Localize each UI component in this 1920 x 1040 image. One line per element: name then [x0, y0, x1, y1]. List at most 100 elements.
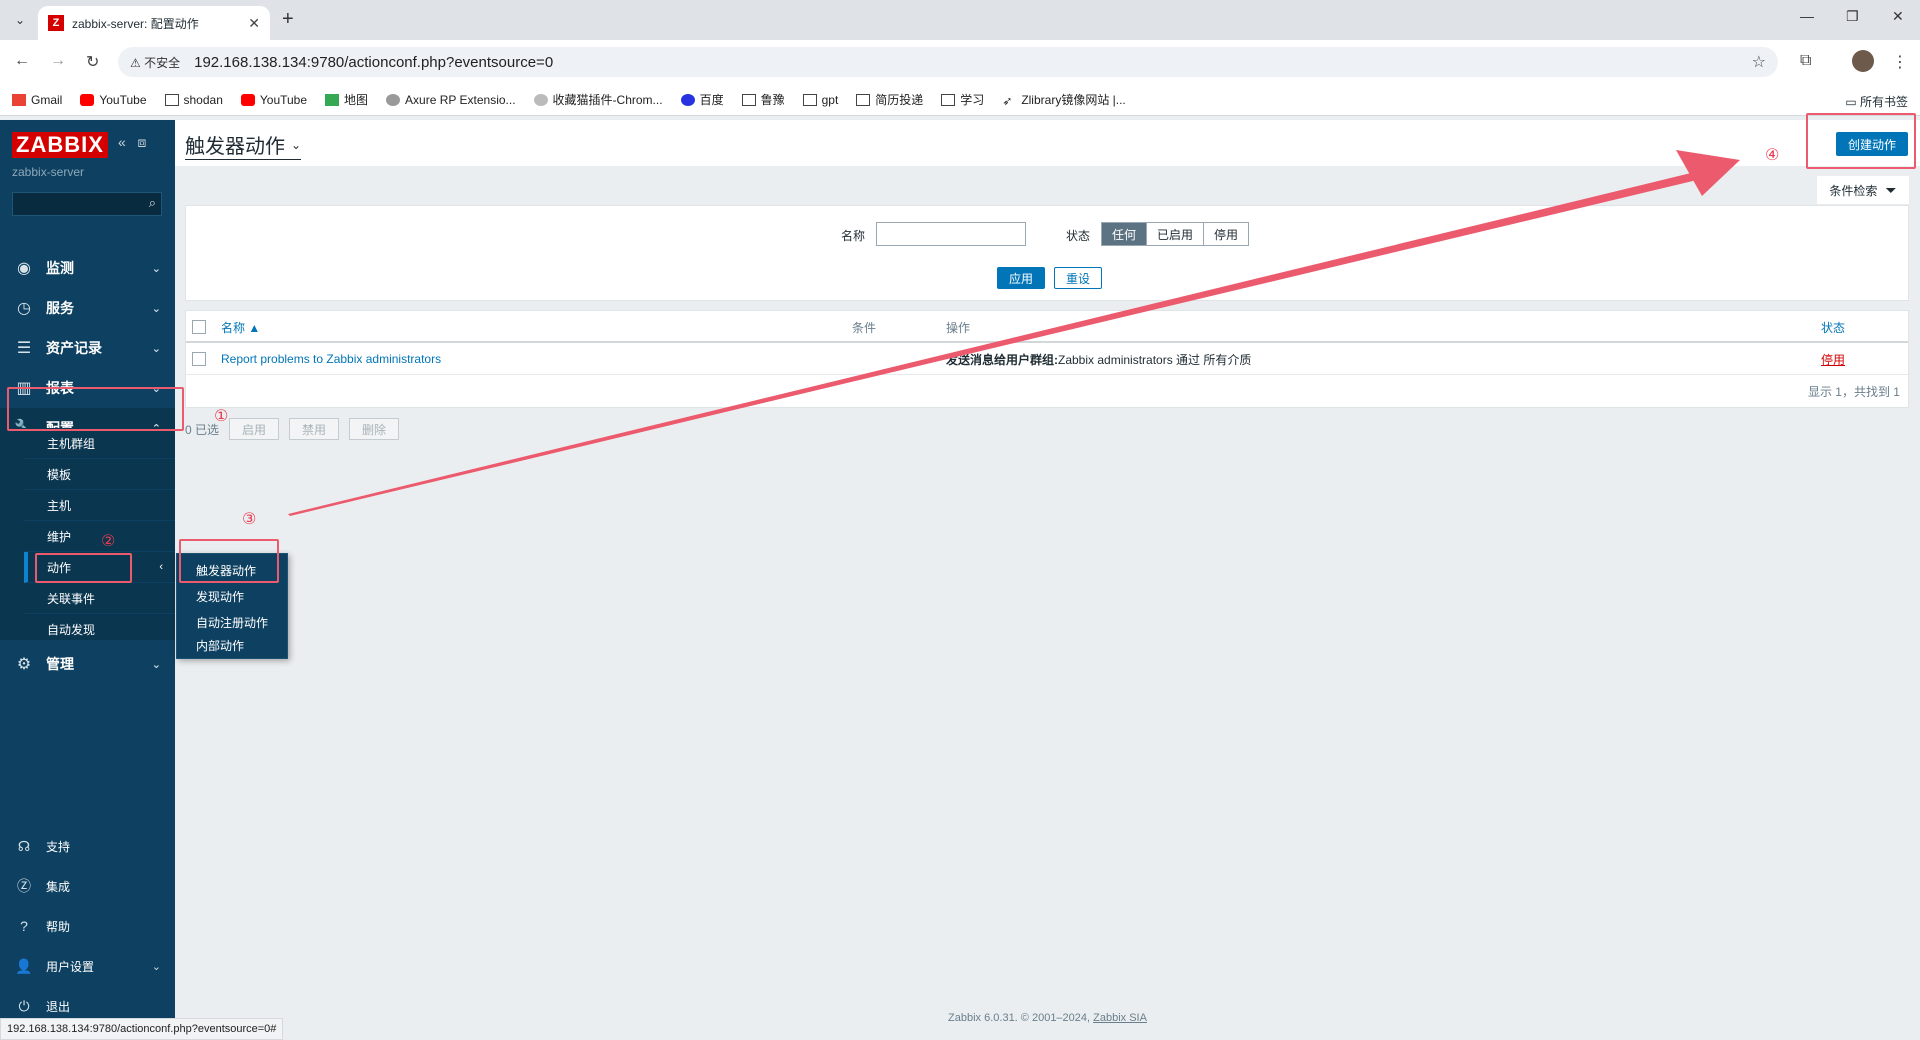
flyout-discovery-actions[interactable]: 发现动作 [177, 583, 289, 609]
bookmark-luyu[interactable]: 鲁豫 [741, 91, 785, 108]
submenu-hosts[interactable]: 主机 [24, 490, 175, 521]
footer-link[interactable]: Zabbix SIA [1093, 1012, 1147, 1024]
address-bar[interactable]: ⚠ 不安全 192.168.138.134:9780/actionconf.ph… [118, 47, 1778, 77]
table-footer: 显示 1，共找到 1 [186, 375, 1908, 407]
profile-avatar[interactable] [1852, 50, 1874, 72]
filter-tab[interactable]: 条件检索 ⏷ [1817, 176, 1909, 204]
reload-icon[interactable]: ↻ [86, 52, 99, 72]
highlight-actions [35, 553, 132, 583]
send-icon: ➶ [1002, 93, 1013, 108]
menu-administration[interactable]: ⚙ 管理 ⌄ [0, 644, 175, 684]
power-icon: ⏻ [18, 997, 30, 1014]
status-enabled[interactable]: 已启用 [1147, 223, 1205, 245]
close-window-icon[interactable]: ✕ [1892, 8, 1904, 25]
name-filter-input[interactable] [876, 222, 1026, 246]
back-icon[interactable]: ← [14, 52, 30, 70]
page-title-dropdown[interactable]: 触发器动作 ⌄ [185, 130, 302, 160]
menu-label: 帮助 [46, 919, 71, 934]
menu-integrations[interactable]: Ⓩ 集成 [0, 868, 175, 904]
menu-monitoring[interactable]: ◉ 监测 ⌄ [0, 248, 175, 288]
bookmark-gmail[interactable]: Gmail [12, 93, 62, 107]
chevron-left-icon: ‹ [159, 561, 163, 573]
bookmark-map[interactable]: 地图 [325, 91, 368, 108]
menu-support[interactable]: ☊ 支持 [0, 828, 175, 864]
bookmark-shodan[interactable]: shodan [164, 93, 223, 107]
kiosk-mode-icon[interactable]: ⧈ [137, 134, 146, 150]
highlight-configuration [7, 387, 184, 431]
table-count: 显示 1，共找到 1 [1807, 384, 1900, 399]
insecure-badge[interactable]: ⚠ 不安全 [130, 54, 180, 71]
select-all-checkbox[interactable] [192, 320, 206, 334]
menu-inventory[interactable]: ☰ 资产记录 ⌄ [0, 328, 175, 368]
submenu-discovery[interactable]: 自动发现 [24, 614, 175, 645]
headset-icon: ☊ [17, 837, 31, 854]
mass-enable-button[interactable]: 启用 [229, 418, 280, 440]
apply-button[interactable]: 应用 [997, 267, 1045, 289]
user-icon: 👤 [15, 957, 33, 974]
bookmark-shoucangmao[interactable]: 收藏猫插件-Chrom... [533, 91, 663, 108]
bookmark-zlibrary[interactable]: ➶ Zlibrary镜像网站 |... [1002, 91, 1125, 108]
flyout-internal-actions[interactable]: 内部动作 [177, 632, 289, 658]
submenu-correlation[interactable]: 关联事件 [24, 583, 175, 614]
row-checkbox[interactable] [192, 352, 206, 366]
bookmark-label: 地图 [344, 93, 369, 107]
action-name-link[interactable]: Report problems to Zabbix administrators [221, 343, 441, 375]
mass-delete-button[interactable]: 删除 [349, 418, 400, 440]
sidebar-search-input[interactable]: ⌕ [12, 192, 162, 216]
menu-label: 资产记录 [46, 340, 102, 356]
restore-icon[interactable]: ❐ [1846, 8, 1859, 25]
server-name: zabbix-server [12, 165, 85, 179]
submenu-templates[interactable]: 模板 [24, 459, 175, 490]
sidebar-tools: « ⧈ [118, 134, 146, 151]
bookmark-youtube-2[interactable]: YouTube [240, 93, 307, 107]
submenu-maintenance[interactable]: 维护 [24, 521, 175, 552]
mass-disable-button[interactable]: 禁用 [289, 418, 340, 440]
annotation-2: ② [101, 533, 116, 550]
close-tab-icon[interactable]: ✕ [248, 15, 260, 32]
browser-tab-bar: ⌄ Z zabbix-server: 配置动作 ✕ + — ❐ ✕ [0, 0, 1920, 40]
youtube-icon [240, 93, 255, 106]
highlight-trigger-actions [179, 539, 279, 583]
bookmark-star-icon[interactable]: ☆ [1752, 52, 1766, 72]
status-any[interactable]: 任何 [1102, 223, 1148, 245]
collapse-sidebar-icon[interactable]: « [118, 134, 126, 150]
chevron-down-icon: ⌄ [151, 262, 161, 275]
gmail-icon [12, 93, 26, 106]
bookmark-label: 学习 [960, 93, 985, 107]
folder-icon [164, 93, 179, 106]
bookmark-label: 百度 [699, 93, 724, 107]
forward-icon[interactable]: → [50, 52, 66, 70]
all-bookmarks[interactable]: ▭ 所有书签 [1845, 93, 1908, 110]
submenu-host-groups[interactable]: 主机群组 [24, 428, 175, 459]
menu-label: 监测 [46, 260, 74, 276]
reset-button[interactable]: 重设 [1054, 267, 1102, 289]
bookmark-resume[interactable]: 简历投递 [856, 91, 923, 108]
bookmark-youtube[interactable]: YouTube [80, 93, 147, 107]
extensions-icon[interactable]: ⧉ [1800, 52, 1811, 70]
menu-user-settings[interactable]: 👤 用户设置 ⌄ [0, 948, 175, 984]
bookmark-baidu[interactable]: 百度 [680, 91, 724, 108]
browser-tab[interactable]: Z zabbix-server: 配置动作 ✕ [38, 6, 270, 40]
bookmark-axure[interactable]: Axure RP Extensio... [386, 93, 516, 107]
page-footer: Zabbix 6.0.31. © 2001–2024, Zabbix SIA [175, 1012, 1920, 1024]
zabbix-logo[interactable]: ZABBIX [12, 132, 108, 158]
column-name[interactable]: 名称 ▲ [221, 311, 260, 343]
minimize-icon[interactable]: — [1800, 8, 1814, 24]
status-label: 状态 [1066, 229, 1091, 243]
list-icon: ☰ [16, 340, 32, 357]
insecure-label: 不安全 [144, 55, 181, 70]
search-icon[interactable]: ⌕ [149, 195, 156, 211]
bookmark-label: 收藏猫插件-Chrom... [552, 93, 663, 107]
bookmark-label: 鲁豫 [760, 93, 785, 107]
new-tab-icon[interactable]: + [282, 8, 294, 31]
tab-search-icon[interactable]: ⌄ [8, 8, 32, 32]
status-disabled-link[interactable]: 停用 [1821, 343, 1845, 375]
menu-help[interactable]: ? 帮助 [0, 908, 175, 944]
bookmark-study[interactable]: 学习 [941, 91, 984, 108]
bookmark-gpt[interactable]: gpt [802, 93, 838, 107]
status-disabled[interactable]: 停用 [1204, 223, 1248, 245]
bookmark-label: Axure RP Extensio... [405, 92, 516, 107]
browser-menu-icon[interactable]: ⋮ [1892, 52, 1908, 72]
menu-services[interactable]: ◷ 服务 ⌄ [0, 288, 175, 328]
footer-text: Zabbix 6.0.31. © 2001–2024, [948, 1012, 1094, 1024]
